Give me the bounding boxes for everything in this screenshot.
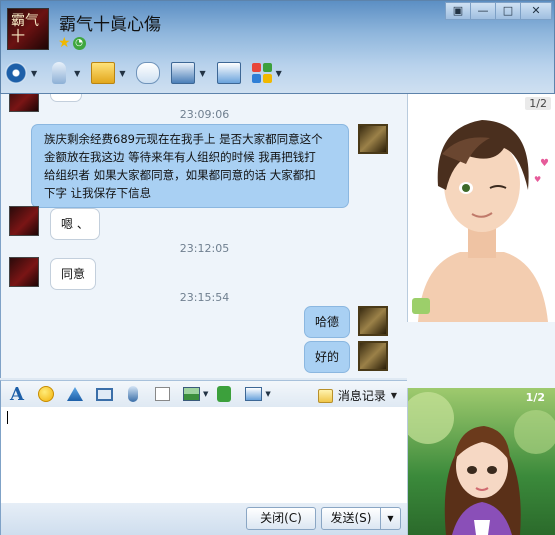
smiley-icon xyxy=(38,386,54,402)
show-page-indicator[interactable]: 1/2 xyxy=(525,97,551,110)
picture-icon xyxy=(182,387,200,401)
chevron-down-icon[interactable]: ▼ xyxy=(199,69,205,78)
bottom-bar: 关闭(C) 发送(S) ▼ xyxy=(0,503,407,535)
magic-expression-button[interactable] xyxy=(94,384,114,404)
note-icon xyxy=(154,387,170,401)
font-icon[interactable]: A xyxy=(7,384,27,405)
chat-history[interactable]: 23:09:06 族庆剩余经费689元现在在我手上 是否大家都同意这个 金额放在… xyxy=(0,94,407,378)
qzone-icon[interactable]: ◔ xyxy=(72,37,86,50)
chevron-down-icon: ▼ xyxy=(390,391,397,400)
shake-icon xyxy=(67,387,83,401)
maximize-button[interactable]: □ xyxy=(495,2,521,20)
video-call-icon xyxy=(5,62,27,84)
screenshot-icon xyxy=(244,387,262,401)
chevron-down-icon[interactable]: ▼ xyxy=(276,69,282,78)
my-show-panel[interactable]: 1/2 xyxy=(407,388,555,535)
apps-icon xyxy=(251,63,272,83)
avatar-show-image: ♥ ♥ xyxy=(412,120,549,322)
voice-message-button[interactable] xyxy=(123,384,143,404)
film-icon xyxy=(95,387,113,401)
contact-name[interactable]: 霸气十眞心傷 xyxy=(59,10,161,35)
window-controls: ▣ — □ ✕ xyxy=(445,2,552,20)
message-line: 族庆剩余经费689元现在在我手上 是否大家都同意这个 xyxy=(44,132,323,146)
voice-call-button[interactable]: ▼ xyxy=(48,59,80,87)
message-input[interactable] xyxy=(0,407,407,503)
note-button[interactable] xyxy=(152,384,172,404)
contact-avatar[interactable]: 霸气十 xyxy=(7,8,49,50)
share-screen-button[interactable] xyxy=(216,59,241,87)
message-history-button[interactable]: 消息记录 ▼ xyxy=(317,387,397,404)
message-line: 金额放在我这边 等待来年有人组织的时候 我再把钱打 xyxy=(44,150,316,164)
message-bubble-sent[interactable]: 族庆剩余经费689元现在在我手上 是否大家都同意这个 金额放在我这边 等待来年有… xyxy=(31,124,349,208)
microphone-icon xyxy=(128,386,138,402)
screenshot-button[interactable] xyxy=(243,384,263,404)
message-line: 下字 让我保存下信息 xyxy=(44,186,152,200)
remote-assist-button[interactable]: ▼ xyxy=(171,59,206,87)
history-icon xyxy=(317,388,333,403)
create-discussion-button[interactable] xyxy=(136,59,161,87)
message-timestamp: 23:09:06 xyxy=(179,108,230,121)
shake-button[interactable] xyxy=(65,384,85,404)
show-page-indicator[interactable]: 1/2 xyxy=(522,391,549,404)
my-avatar-show-image xyxy=(408,392,555,535)
message-timestamp: 23:12:05 xyxy=(179,242,230,255)
avatar-text: 霸气十 xyxy=(11,13,39,45)
chevron-down-icon[interactable]: ▼ xyxy=(119,69,125,78)
send-file-icon xyxy=(91,62,116,84)
emoticon-button[interactable] xyxy=(36,384,56,404)
contact-avatar-small[interactable] xyxy=(9,257,39,287)
gift-button[interactable] xyxy=(214,384,234,404)
message-history-label: 消息记录 xyxy=(337,389,386,403)
svg-text:♥: ♥ xyxy=(540,158,549,169)
chevron-down-icon[interactable]: ▼ xyxy=(265,390,270,398)
apps-button[interactable]: ▼ xyxy=(251,59,282,87)
message-bubble-sent[interactable]: 哈德 xyxy=(304,306,351,338)
send-file-button[interactable]: ▼ xyxy=(91,59,125,87)
svg-text:♥: ♥ xyxy=(534,175,541,184)
status-icons: ★ ◔ xyxy=(58,36,86,50)
video-call-button[interactable]: ▼ xyxy=(5,59,37,87)
message-bubble-sent[interactable]: 好的 xyxy=(304,341,351,373)
my-avatar-small[interactable] xyxy=(358,341,388,371)
send-picture-button[interactable] xyxy=(181,384,201,404)
create-discussion-icon xyxy=(136,62,161,84)
message-bubble-received[interactable]: 同意 xyxy=(50,258,97,290)
close-button[interactable]: 关闭(C) xyxy=(246,507,316,530)
panel-separator xyxy=(407,322,555,388)
remote-assist-icon xyxy=(171,62,196,84)
contact-show-panel[interactable]: 1/2 ♥ ♥ xyxy=(407,94,555,322)
send-options-button[interactable]: ▼ xyxy=(380,507,401,530)
gift-icon xyxy=(217,386,232,402)
input-toolbar: A ▼ ▼ 消息记录 ▼ xyxy=(0,380,407,407)
text-caret xyxy=(7,411,8,424)
minimize-button[interactable]: — xyxy=(470,2,496,20)
share-screen-icon xyxy=(216,62,241,84)
main-toolbar: ▼ ▼ ▼ ▼ ▼ xyxy=(5,59,293,87)
message-timestamp: 23:15:54 xyxy=(179,291,230,304)
send-button[interactable]: 发送(S) xyxy=(321,507,381,530)
message-line: 给组织者 如果大家都同意，如果都同意的话 大家都扣 xyxy=(44,168,316,182)
close-window-button[interactable]: ✕ xyxy=(520,2,552,20)
chevron-down-icon[interactable]: ▼ xyxy=(203,390,208,398)
message-bubble-partial xyxy=(50,94,82,102)
title-bar: 霸气十 霸气十眞心傷 ★ ◔ ▣ — □ ✕ ▼ ▼ ▼ ▼ ▼ xyxy=(0,0,555,94)
chevron-down-icon[interactable]: ▼ xyxy=(74,69,80,78)
star-icon[interactable]: ★ xyxy=(58,36,71,50)
contact-avatar-small[interactable] xyxy=(9,206,39,236)
message-bubble-received[interactable]: 嗯 、 xyxy=(50,208,100,240)
my-avatar-small[interactable] xyxy=(358,124,388,154)
my-avatar-small[interactable] xyxy=(358,306,388,336)
chevron-down-icon[interactable]: ▼ xyxy=(31,69,37,78)
voice-call-icon xyxy=(52,62,67,84)
menu-button[interactable]: ▣ xyxy=(445,2,471,20)
